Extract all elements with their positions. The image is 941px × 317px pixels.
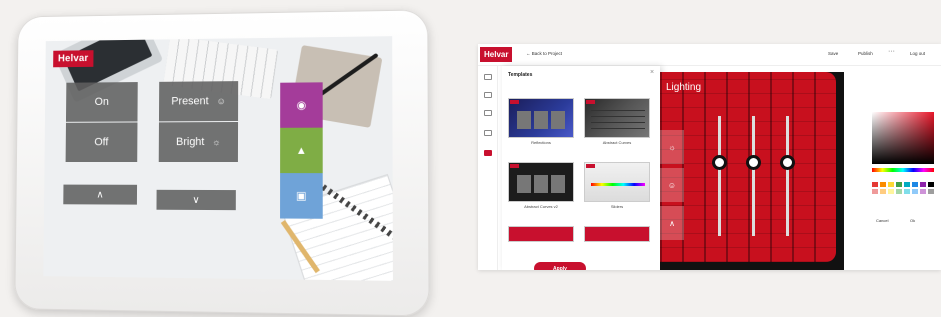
mini-logo bbox=[586, 164, 595, 168]
ghost-tile[interactable]: ∧ bbox=[660, 206, 684, 240]
scene-button-3[interactable]: ▣ bbox=[280, 173, 323, 219]
template-editor-window: Helvar ← Back to Project Save Publish ··… bbox=[478, 44, 941, 270]
ghost-tile[interactable]: ☺ bbox=[660, 168, 684, 202]
color-swatch[interactable] bbox=[888, 189, 894, 194]
scene-button-2[interactable]: ▲ bbox=[280, 128, 323, 173]
template-thumbnail[interactable] bbox=[508, 162, 574, 202]
slider-knob[interactable] bbox=[746, 155, 761, 170]
template-caption: Abstract Curves bbox=[584, 140, 650, 145]
templates-title: Templates bbox=[508, 72, 532, 78]
template-thumbnail[interactable] bbox=[508, 98, 574, 138]
properties-panel: Cancel Ok bbox=[866, 66, 941, 270]
color-swatch[interactable] bbox=[928, 182, 934, 187]
color-swatch[interactable] bbox=[912, 189, 918, 194]
color-swatch[interactable] bbox=[920, 189, 926, 194]
layout-icon[interactable] bbox=[484, 92, 492, 98]
tablet-screen: Helvar On Off Present ☺ Bright ☼ ∧ ∨ ◉ ▲ bbox=[43, 36, 393, 281]
hue-slider[interactable] bbox=[872, 168, 934, 172]
color-swatches bbox=[872, 182, 934, 194]
wall-tablet-device: Helvar On Off Present ☺ Bright ☼ ∧ ∨ ◉ ▲ bbox=[14, 9, 429, 316]
color-swatch[interactable] bbox=[880, 189, 886, 194]
editor-topbar: Helvar ← Back to Project Save Publish ··… bbox=[478, 44, 941, 66]
templates-icon[interactable] bbox=[484, 150, 492, 156]
logout-button[interactable]: Log out bbox=[910, 51, 925, 56]
template-caption: Sliders bbox=[584, 204, 650, 209]
bright-label: Bright bbox=[176, 136, 204, 148]
mini-sliders bbox=[591, 109, 645, 129]
tool-rail bbox=[478, 66, 498, 270]
slider-knob[interactable] bbox=[780, 155, 795, 170]
ghost-tile[interactable]: ☼ bbox=[660, 130, 684, 164]
ok-button[interactable]: Ok bbox=[910, 218, 915, 223]
scene-button-1[interactable]: ◉ bbox=[280, 82, 323, 127]
up-button[interactable]: ∧ bbox=[63, 185, 137, 205]
scene-strip: ◉ ▲ ▣ bbox=[280, 82, 323, 218]
screen-icon: ▣ bbox=[296, 189, 307, 202]
color-swatch[interactable] bbox=[888, 182, 894, 187]
template-thumbnail[interactable] bbox=[508, 226, 574, 242]
template-thumbnail[interactable] bbox=[584, 226, 650, 242]
color-swatch[interactable] bbox=[920, 182, 926, 187]
slider-knob[interactable] bbox=[712, 155, 727, 170]
present-button[interactable]: Present ☺ bbox=[159, 81, 238, 121]
dimmer-slider-1[interactable] bbox=[718, 116, 721, 236]
preview-frame: Lighting ☼ ☺ ∧ bbox=[660, 72, 844, 270]
close-icon[interactable]: × bbox=[650, 69, 654, 76]
template-thumbnail[interactable] bbox=[584, 98, 650, 138]
save-button[interactable]: Save bbox=[828, 51, 838, 56]
off-label: Off bbox=[94, 136, 108, 148]
cancel-button[interactable]: Cancel bbox=[876, 218, 888, 223]
present-label: Present bbox=[171, 95, 208, 107]
mini-tiles bbox=[517, 111, 565, 129]
helvar-logo: Helvar bbox=[53, 50, 93, 67]
publish-button[interactable]: Publish bbox=[858, 51, 873, 56]
chevron-up-icon: ∧ bbox=[96, 189, 103, 200]
templates-panel: Templates × Reflections Abstract Curves … bbox=[502, 66, 660, 270]
color-swatch[interactable] bbox=[896, 189, 902, 194]
bright-button[interactable]: Bright ☼ bbox=[159, 122, 238, 162]
template-caption: Reflections bbox=[508, 140, 574, 145]
presence-icon: ☺ bbox=[217, 96, 226, 106]
template-caption: Abstract Curves v2 bbox=[508, 204, 574, 209]
mini-logo bbox=[510, 100, 519, 104]
eye-icon: ◉ bbox=[297, 99, 307, 112]
chevron-down-icon: ∨ bbox=[192, 194, 199, 205]
down-button[interactable]: ∨ bbox=[156, 190, 235, 210]
helvar-logo: Helvar bbox=[480, 47, 512, 62]
color-swatch[interactable] bbox=[872, 189, 878, 194]
mini-logo bbox=[510, 164, 519, 168]
mini-logo bbox=[586, 100, 595, 104]
sun-icon: ☼ bbox=[212, 137, 220, 147]
grid-icon[interactable] bbox=[484, 74, 492, 80]
lamp-icon: ▲ bbox=[296, 144, 307, 156]
template-thumbnail[interactable] bbox=[584, 162, 650, 202]
color-swatch[interactable] bbox=[880, 182, 886, 187]
dimmer-slider-3[interactable] bbox=[786, 116, 789, 236]
mini-tiles bbox=[517, 175, 565, 193]
apply-button[interactable]: Apply bbox=[534, 262, 586, 270]
color-swatch[interactable] bbox=[904, 189, 910, 194]
layers-icon[interactable] bbox=[484, 110, 492, 116]
color-swatch[interactable] bbox=[872, 182, 878, 187]
off-button[interactable]: Off bbox=[66, 122, 138, 162]
preview-canvas[interactable]: Lighting ☼ ☺ ∧ bbox=[660, 72, 836, 262]
mini-color-bar bbox=[591, 183, 645, 186]
color-picker-area[interactable] bbox=[872, 112, 934, 164]
color-swatch[interactable] bbox=[928, 189, 934, 194]
canvas-title: Lighting bbox=[666, 82, 701, 93]
color-swatch[interactable] bbox=[896, 182, 902, 187]
more-options-icon[interactable]: ··· bbox=[888, 48, 895, 55]
on-button[interactable]: On bbox=[66, 82, 138, 122]
on-label: On bbox=[95, 96, 109, 108]
back-to-project-link[interactable]: ← Back to Project bbox=[526, 51, 562, 56]
dimmer-slider-2[interactable] bbox=[752, 116, 755, 236]
color-swatch[interactable] bbox=[912, 182, 918, 187]
color-swatch[interactable] bbox=[904, 182, 910, 187]
image-icon[interactable] bbox=[484, 130, 492, 136]
